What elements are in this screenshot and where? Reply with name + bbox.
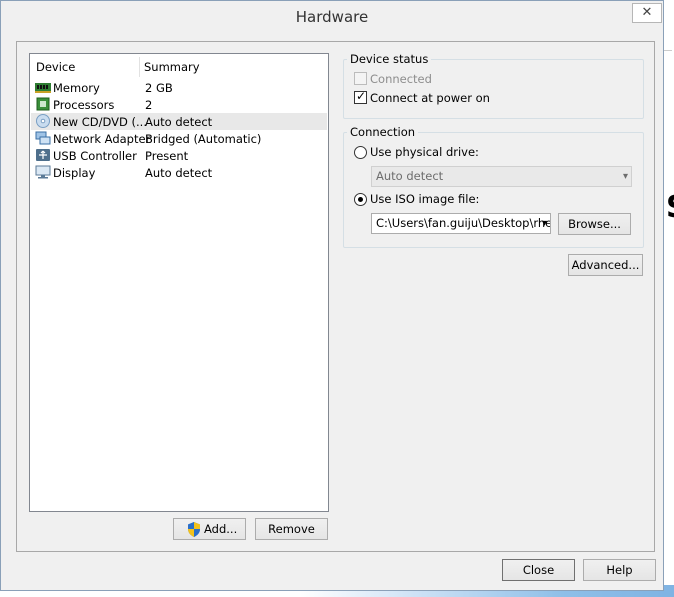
connected-label: Connected [370,72,432,86]
connect-at-power-on-checkbox[interactable]: ✓ [354,89,367,104]
device-row-usb-controller[interactable]: USB Controller Present [31,147,327,164]
browse-button-label: Browse... [568,217,621,231]
usb-icon [36,149,50,161]
connected-checkbox[interactable] [354,72,367,85]
physical-drive-value: Auto detect [376,169,444,183]
display-icon [35,165,51,179]
device-row-display[interactable]: Display Auto detect [31,164,327,181]
device-row-network-adapter[interactable]: Network Adapter Bridged (Automatic) [31,130,327,147]
browse-button[interactable]: Browse... [558,213,631,235]
use-physical-drive-label: Use physical drive: [370,145,479,159]
processor-icon [36,97,50,111]
use-iso-image-radio[interactable] [354,193,367,206]
hardware-dialog: Hardware ✕ Device Summary Memory 2 GB Pr… [0,0,664,591]
connect-at-power-on-label: Connect at power on [370,91,490,105]
close-icon: ✕ [641,5,653,20]
checkmark-icon: ✓ [356,89,367,103]
device-name: Display [53,166,96,180]
network-adapter-icon [35,131,51,145]
remove-button[interactable]: Remove [255,518,328,540]
chevron-down-icon: ▾ [622,171,628,182]
use-physical-drive-radio[interactable] [354,146,367,159]
advanced-button-label: Advanced... [571,258,640,272]
device-summary: Auto detect [145,115,213,129]
advanced-button[interactable]: Advanced... [568,254,643,276]
radio-selected-dot [358,197,363,202]
add-button[interactable]: Add... [173,518,246,540]
use-iso-image-label: Use ISO image file: [370,192,480,206]
device-summary: 2 GB [145,81,173,95]
device-summary: Bridged (Automatic) [145,132,262,146]
device-name: Network Adapter [53,132,151,146]
cd-dvd-icon [36,114,50,128]
add-button-label: Add... [204,522,238,536]
device-name: Memory [53,81,100,95]
device-name: Processors [53,98,115,112]
background-text-fragment: S [666,190,674,225]
close-button[interactable]: Close [502,559,575,581]
column-header-device[interactable]: Device [36,60,75,74]
close-window-button[interactable]: ✕ [632,3,662,23]
physical-drive-select[interactable]: Auto detect ▾ [371,166,632,187]
device-row-processors[interactable]: Processors 2 [31,96,327,113]
column-header-summary[interactable]: Summary [144,60,200,74]
device-name: USB Controller [53,149,137,163]
device-summary: 2 [145,98,153,112]
device-list[interactable]: Device Summary Memory 2 GB Processors 2 [29,53,329,512]
device-name: New CD/DVD (... [53,115,147,129]
help-button-label: Help [606,563,633,577]
close-button-label: Close [522,563,555,577]
device-row-memory[interactable]: Memory 2 GB [31,79,327,96]
device-list-header: Device Summary [30,54,328,78]
help-button[interactable]: Help [583,559,656,581]
column-divider[interactable] [139,57,140,77]
connection-title: Connection [347,125,419,139]
iso-image-path-combo[interactable]: C:\Users\fan.guiju\Desktop\rhel ▾ [371,213,551,234]
title-bar: Hardware ✕ [1,1,663,33]
memory-icon [35,83,51,93]
device-status-group [343,59,644,119]
shield-icon [188,522,200,537]
dialog-title: Hardware [295,8,369,26]
device-summary: Present [145,149,189,163]
iso-image-path-value: C:\Users\fan.guiju\Desktop\rhel [376,216,551,230]
device-summary: Auto detect [145,166,213,180]
device-row-cd-dvd[interactable]: New CD/DVD (... Auto detect [31,113,327,130]
remove-button-label: Remove [268,522,315,536]
chevron-down-icon: ▾ [541,218,547,229]
device-status-title: Device status [347,52,432,66]
